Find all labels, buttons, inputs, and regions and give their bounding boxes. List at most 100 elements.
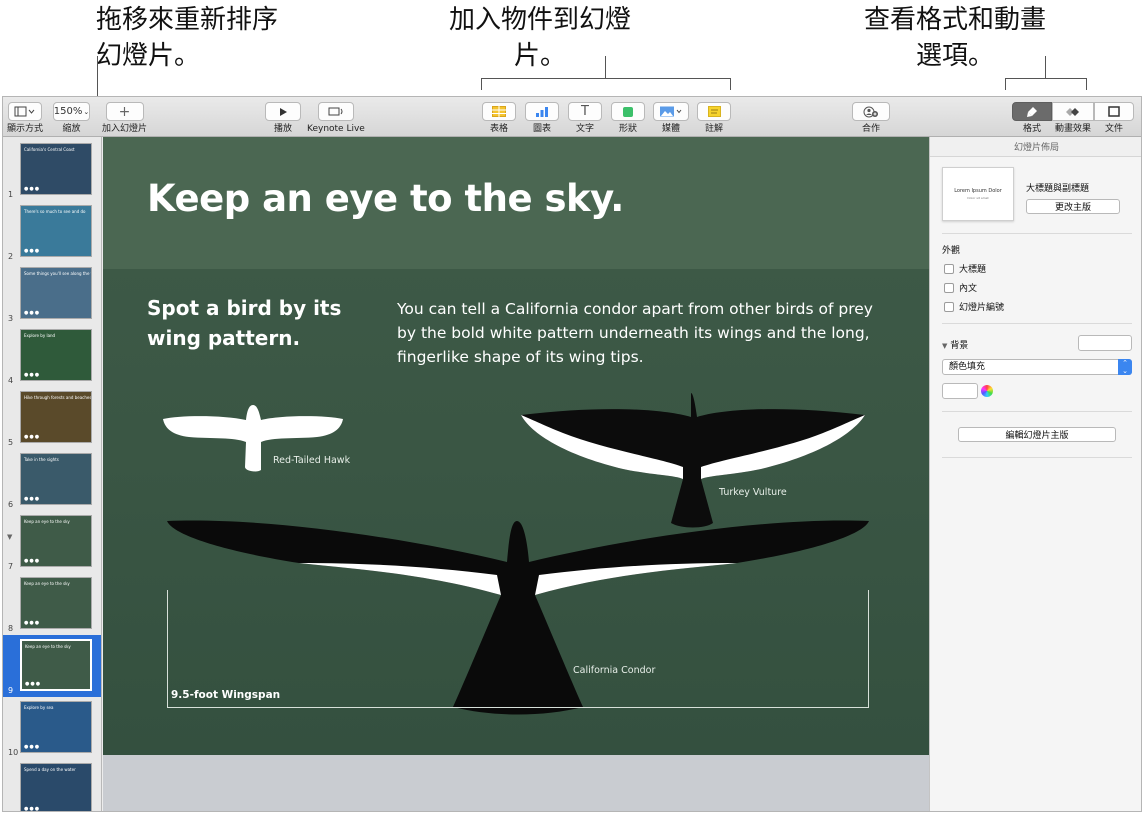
slide-thumbnail-dots: ●●● — [24, 558, 41, 564]
format-inspector: 幻燈片佈局 Lorem Ipsum Dolor Dolor sit amet 大… — [929, 137, 1141, 811]
animate-icon — [1052, 102, 1094, 121]
play-icon — [265, 102, 301, 121]
slide-thumbnail[interactable]: Keep an eye to the sky ●●● — [20, 577, 92, 629]
view-icon — [8, 102, 42, 121]
body-checkbox-row[interactable]: 內文 — [944, 281, 977, 294]
layout-name: 大標題與副標題 — [1026, 184, 1090, 194]
slide-thumbnail[interactable]: Hike through forests and beaches ●●● — [20, 391, 92, 443]
add-slide-label: 加入幻燈片 — [102, 124, 148, 134]
slide-number: 10 — [8, 748, 19, 757]
slide-thumbnail-dots: ●●● — [24, 310, 41, 316]
slide-thumbnail-row[interactable]: 3 Some things you'll see along the way ●●● — [3, 263, 101, 325]
slide-thumbnail[interactable]: Explore by land ●●● — [20, 329, 92, 381]
text-button[interactable]: T 文字 — [568, 102, 602, 134]
zoom-menu[interactable]: 150% ⌄ 縮放 — [53, 102, 90, 134]
slide-layout-thumbnail[interactable]: Lorem Ipsum Dolor Dolor sit amet — [942, 167, 1014, 221]
slide-thumbnail-row[interactable]: 6 Take in the sights ●●● — [3, 449, 101, 511]
document-label: 文件 — [1104, 124, 1123, 134]
inspector-header[interactable]: 幻燈片佈局 — [930, 137, 1141, 157]
add-slide-button[interactable]: + 加入幻燈片 — [102, 102, 147, 134]
animate-label: 動畫效果 — [1054, 124, 1091, 134]
slide-thumbnail[interactable]: Keep an eye to the sky ●●● — [20, 639, 92, 691]
media-button[interactable]: 媒體 — [653, 102, 689, 134]
slide[interactable]: Keep an eye to the sky. Spot a bird by i… — [103, 137, 929, 755]
callout-line-format-v — [1045, 56, 1046, 78]
callout-line-format-l — [1005, 78, 1006, 90]
slide-number: 2 — [8, 252, 14, 261]
slide-number-checkbox-row[interactable]: 幻燈片編號 — [944, 300, 1004, 313]
format-button[interactable]: 格式 — [1012, 102, 1052, 134]
background-heading[interactable]: ▼ 背景 — [942, 338, 968, 351]
slide-thumbnail-row[interactable]: 8 Keep an eye to the sky ●●● — [3, 573, 101, 635]
view-menu[interactable]: 顯示方式 — [7, 102, 43, 134]
play-button[interactable]: 播放 — [265, 102, 301, 134]
table-button[interactable]: 表格 — [482, 102, 516, 134]
slide-thumbnail-title: Take in the sights — [24, 457, 59, 462]
chart-button[interactable]: 圖表 — [525, 102, 559, 134]
slide-thumbnail-dots: ●●● — [24, 806, 41, 812]
disclosure-triangle-icon[interactable]: ▼ — [7, 533, 12, 541]
slide-thumbnail[interactable]: Keep an eye to the sky ●●● — [20, 515, 92, 567]
callout-line-objects-v — [605, 56, 606, 78]
slide-thumbnail-row[interactable]: 7 ▼ Keep an eye to the sky ●●● — [3, 511, 101, 573]
slide-number: 9 — [8, 686, 14, 695]
text-label: 文字 — [575, 124, 594, 134]
slide-thumbnail-row[interactable]: 4 Explore by land ●●● — [3, 325, 101, 387]
collaborate-icon — [852, 102, 890, 121]
slide-thumbnail[interactable]: Some things you'll see along the way ●●● — [20, 267, 92, 319]
select-arrows-icon: ⌃ ⌄ — [1118, 359, 1132, 375]
slide-thumbnail-row[interactable]: 11 Spend a day on the water ●●● — [3, 759, 101, 812]
slide-thumbnail-title: Explore by land — [24, 333, 56, 338]
collaborate-label: 合作 — [861, 124, 880, 134]
layout-thumb-title: Lorem Ipsum Dolor — [954, 188, 1002, 194]
slide-number: 1 — [8, 190, 14, 199]
edit-master-button[interactable]: 編輯幻燈片主版 — [958, 427, 1116, 442]
color-wheel-icon[interactable] — [981, 385, 993, 397]
turkey-vulture-silhouette — [521, 393, 865, 528]
zoom-label: 縮放 — [62, 124, 81, 134]
slide-thumbnail[interactable]: There's so much to see and do ●●● — [20, 205, 92, 257]
hawk-label: Red-Tailed Hawk — [273, 455, 351, 466]
callout-line-objects-r — [730, 78, 731, 90]
comment-button[interactable]: 註解 — [697, 102, 731, 134]
collaborate-button[interactable]: 合作 — [852, 102, 890, 134]
title-checkbox[interactable] — [944, 263, 954, 274]
paintbrush-icon — [1012, 102, 1052, 121]
background-color-preview[interactable] — [1078, 335, 1132, 351]
animate-button[interactable]: 動畫效果 — [1052, 102, 1094, 134]
view-label: 顯示方式 — [7, 124, 44, 134]
slide-thumbnail[interactable]: California's Central Coast ●●● — [20, 143, 92, 195]
slide-thumbnail-dots: ●●● — [24, 186, 41, 192]
color-well[interactable] — [942, 383, 978, 399]
shape-button[interactable]: 形狀 — [611, 102, 645, 134]
slide-number: 3 — [8, 314, 14, 323]
body-checkbox[interactable] — [944, 282, 954, 293]
slide-thumbnail-title: Keep an eye to the sky — [24, 519, 70, 524]
keynote-live-button[interactable]: Keynote Live — [307, 102, 365, 134]
slide-thumbnail-title: Some things you'll see along the way — [24, 271, 92, 276]
slide-thumbnail-row[interactable]: 2 There's so much to see and do ●●● — [3, 201, 101, 263]
slide-thumbnail-row[interactable]: 5 Hike through forests and beaches ●●● — [3, 387, 101, 449]
separator — [942, 233, 1132, 234]
slide-thumbnail[interactable]: Take in the sights ●●● — [20, 453, 92, 505]
wingspan-label: 9.5-foot Wingspan — [171, 689, 281, 701]
keynote-window: 顯示方式 150% ⌄ 縮放 + 加入幻燈片 播放 Keynote Live 表… — [2, 96, 1142, 812]
change-master-button[interactable]: 更改主版 — [1026, 199, 1120, 214]
title-checkbox-row[interactable]: 大標題 — [944, 262, 986, 275]
slide-thumbnail[interactable]: Spend a day on the water ●●● — [20, 763, 92, 812]
slide-thumbnail-title: California's Central Coast — [24, 147, 75, 152]
title-checkbox-label: 大標題 — [959, 265, 987, 275]
slide-thumbnail-row[interactable]: 10 Explore by sea ●●● — [3, 697, 101, 759]
fill-type-select[interactable]: 顏色填充 ⌃ ⌄ — [942, 359, 1132, 375]
document-button[interactable]: 文件 — [1094, 102, 1134, 134]
slide-thumbnail-row[interactable]: 9 Keep an eye to the sky ●●● — [3, 635, 101, 697]
slide-canvas[interactable]: Keep an eye to the sky. Spot a bird by i… — [103, 137, 929, 811]
shape-label: 形狀 — [618, 124, 637, 134]
slide-thumbnail[interactable]: Explore by sea ●●● — [20, 701, 92, 753]
slide-number-checkbox[interactable] — [944, 301, 954, 312]
table-label: 表格 — [489, 124, 508, 134]
slide-thumbnail-row[interactable]: 1 California's Central Coast ●●● — [3, 139, 101, 201]
toolbar: 顯示方式 150% ⌄ 縮放 + 加入幻燈片 播放 Keynote Live 表… — [3, 97, 1141, 137]
separator — [942, 323, 1132, 324]
slide-navigator[interactable]: 1 California's Central Coast ●●● 2 There's s… — [3, 137, 102, 812]
